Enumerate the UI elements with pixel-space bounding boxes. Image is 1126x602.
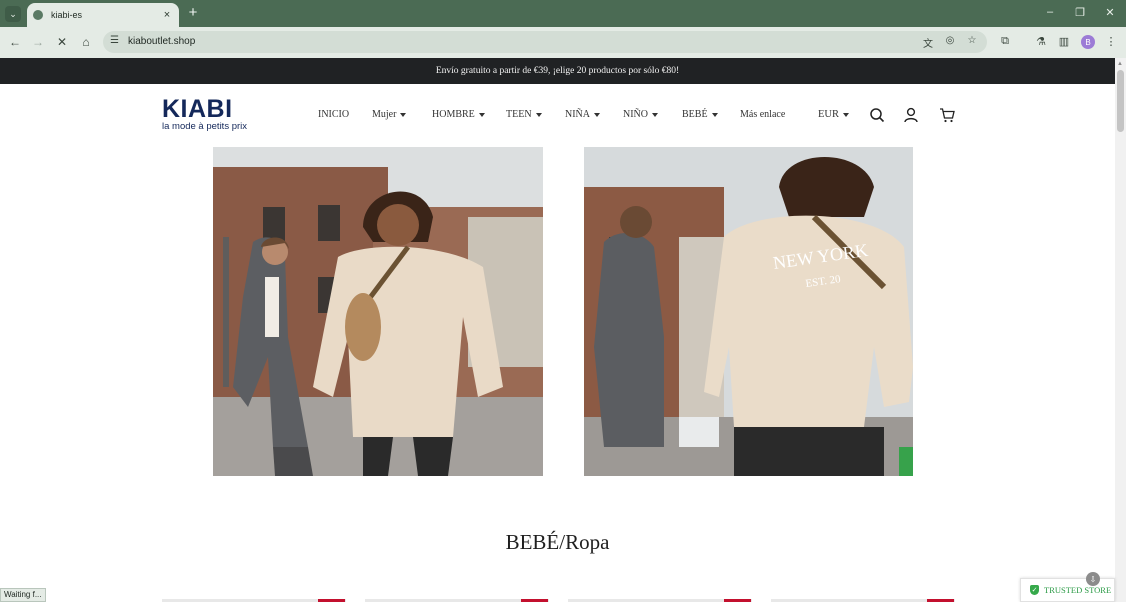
currency-selector[interactable]: EUR <box>818 109 849 120</box>
tab-close-icon[interactable]: × <box>161 9 173 21</box>
caret-down-icon <box>711 112 718 117</box>
caret-down-icon <box>400 112 407 117</box>
restore-button[interactable]: ❐ <box>1073 6 1087 19</box>
caret-down-icon <box>478 112 485 117</box>
stop-loading-button[interactable]: ✕ <box>54 34 70 50</box>
browser-chrome: ⌄ kiabi-es × + – ❐ ✕ ← → ✕ ⌂ ☰ kiaboutle… <box>0 0 1126 58</box>
user-icon[interactable] <box>903 107 919 123</box>
bookmark-star-icon[interactable]: ☆ <box>965 35 979 49</box>
nav-item-mas-enlace[interactable]: Más enlace <box>740 109 785 120</box>
side-panel-icon[interactable]: ▥ <box>1057 35 1071 49</box>
cart-icon[interactable] <box>939 107 955 123</box>
announcement-bar: Envío gratuito a partir de €39, ¡elige 2… <box>0 58 1115 84</box>
caret-down-icon <box>843 112 849 117</box>
site-info-icon[interactable]: ☰ <box>110 35 122 49</box>
nav-label: HOMBRE <box>432 109 475 120</box>
tracking-protection-icon[interactable]: ◎ <box>943 35 957 49</box>
address-bar[interactable]: ☰ kiaboutlet.shop 文 ◎ ☆ <box>103 31 987 53</box>
back-button[interactable]: ← <box>7 34 23 50</box>
browser-tab[interactable]: kiabi-es × <box>27 3 179 27</box>
trusted-store-label: TRUSTED STORE <box>1044 585 1112 595</box>
announcement-text: Envío gratuito a partir de €39, ¡elige 2… <box>435 66 680 76</box>
caret-down-icon <box>535 112 542 117</box>
trusted-store-badge[interactable]: ✓ TRUSTED STORE <box>1020 578 1115 602</box>
forward-button[interactable]: → <box>30 34 46 50</box>
nav-item-teen[interactable]: TEEN <box>506 109 542 120</box>
caret-down-icon <box>594 112 600 117</box>
nav-label: BEBÉ <box>682 109 708 120</box>
nav-label: Mujer <box>372 109 397 120</box>
shield-check-icon: ✓ <box>1030 585 1039 595</box>
nav-item-mujer[interactable]: Mujer <box>372 109 407 120</box>
nav-item-nina[interactable]: NIÑA <box>565 109 600 120</box>
nav-label: NIÑO <box>623 109 648 120</box>
tab-strip: ⌄ kiabi-es × + – ❐ ✕ <box>0 0 1126 27</box>
logo-wordmark: KIABI <box>162 95 233 123</box>
scroll-up-arrow-icon[interactable]: ▲ <box>1117 61 1123 67</box>
tab-title: kiabi-es <box>51 10 83 20</box>
url-text: kiaboutlet.shop <box>128 36 196 47</box>
nav-item-inicio[interactable]: INICIO <box>318 109 349 120</box>
nav-label: TEEN <box>506 109 532 120</box>
search-icon[interactable] <box>869 107 885 123</box>
hero-photo-back-illustration: NEW YORK EST. 20 <box>584 147 913 476</box>
new-tab-button[interactable]: + <box>185 4 201 22</box>
close-window-button[interactable]: ✕ <box>1103 6 1117 19</box>
profile-avatar[interactable]: B <box>1081 35 1095 49</box>
caret-down-icon <box>652 112 658 117</box>
tab-search-button[interactable]: ⌄ <box>5 6 21 22</box>
nav-item-bebe[interactable]: BEBÉ <box>682 109 718 120</box>
scroll-to-top-icon[interactable]: ⇩ <box>1086 572 1100 586</box>
nav-label: NIÑA <box>565 109 590 120</box>
nav-item-nino[interactable]: NIÑO <box>623 109 658 120</box>
page-scrollbar[interactable]: ▲ <box>1115 58 1126 602</box>
browser-toolbar: ← → ✕ ⌂ ☰ kiaboutlet.shop 文 ◎ ☆ ⧉ ⚗ ▥ B … <box>0 27 1126 58</box>
translate-icon[interactable]: 文 <box>921 35 935 50</box>
nav-item-hombre[interactable]: HOMBRE <box>432 109 485 120</box>
labs-flask-icon[interactable]: ⚗ <box>1034 35 1048 49</box>
extensions-icon[interactable]: ⧉ <box>998 35 1012 49</box>
scroll-thumb[interactable] <box>1117 70 1124 132</box>
kiabi-logo[interactable]: KIABI la mode à petits prix <box>162 95 266 134</box>
section-title: BEBÉ/Ropa <box>505 530 610 554</box>
nav-label: Más enlace <box>740 109 786 120</box>
logo-tagline: la mode à petits prix <box>162 121 248 132</box>
currency-label: EUR <box>818 109 839 120</box>
browser-menu-icon[interactable]: ⋮ <box>1104 35 1118 49</box>
hero-image-front[interactable] <box>213 147 543 476</box>
tab-favicon-icon <box>33 10 43 20</box>
minimize-button[interactable]: – <box>1043 6 1057 18</box>
nav-label: INICIO <box>318 109 350 120</box>
home-button[interactable]: ⌂ <box>78 34 94 50</box>
hero-photo-front-illustration <box>213 147 543 476</box>
browser-status-bubble: Waiting f... <box>0 588 46 602</box>
hero-image-back[interactable]: NEW YORK EST. 20 <box>584 147 913 476</box>
